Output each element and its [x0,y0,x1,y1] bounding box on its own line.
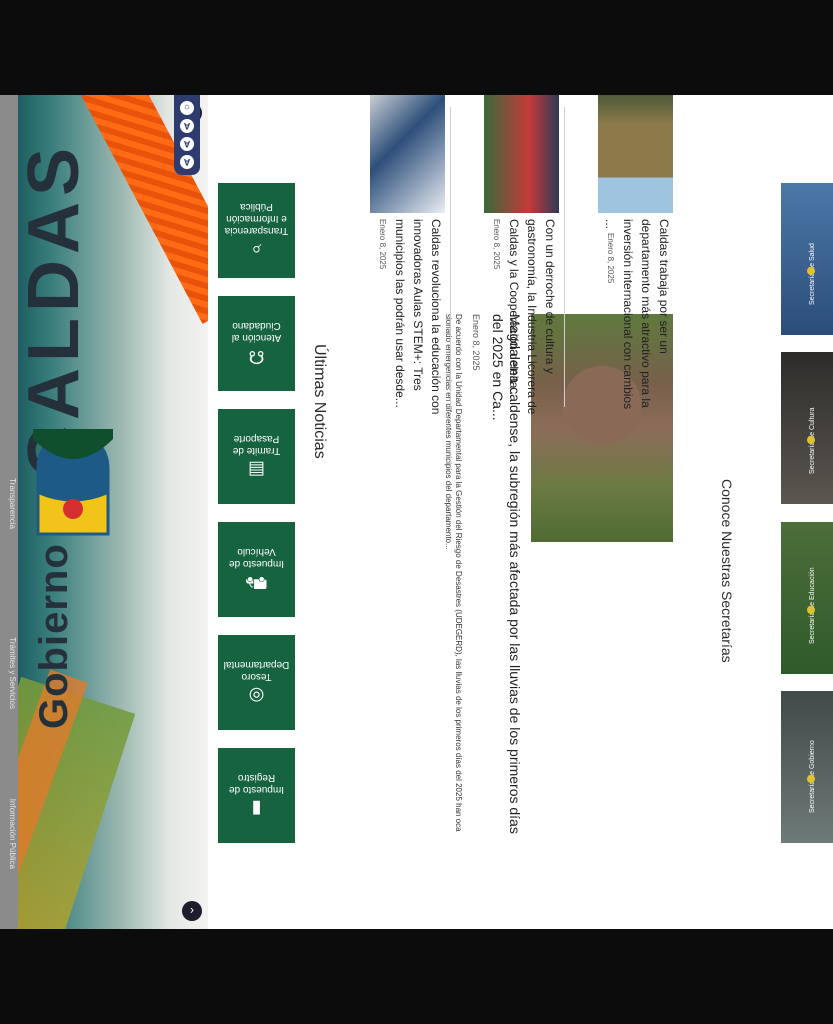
secretarias-list: Secretaría de Gobierno Secretaría de Edu… [781,183,833,843]
badge-icon [807,267,815,276]
secretaria-name: Secretaría de Educación [809,567,816,644]
font-decrease-button[interactable]: A [180,119,194,133]
tile-label: Tramite de Pasaporte [232,433,281,457]
news-list: Caldas revoluciona la educación con inno… [333,95,673,419]
utility-link-transparencia[interactable]: Transparencia [1,478,17,529]
tile-impuesto-vehiculo[interactable]: ⛟ Impuesto de Vehículo [218,522,295,617]
news-item-image[interactable] [598,95,673,213]
tile-label: Impuesto de Registro [228,772,285,796]
news-item-image[interactable] [370,95,445,213]
secretaria-name: Secretaría de Gobierno [809,740,816,813]
person-icon: ☊ [248,347,265,368]
tile-impuesto-registro[interactable]: ▮ Impuesto de Registro [218,748,295,843]
font-increase-button[interactable]: A [180,155,194,169]
utility-bar: Información Pública Trámites y Servicios… [0,95,18,929]
contrast-icon[interactable]: ☼ [180,101,194,115]
rotated-screen-frame: Información Pública Trámites y Servicios… [0,95,833,929]
passport-icon: ▤ [248,460,266,481]
tile-tesoro[interactable]: ◎ Tesoro Departamental [218,635,295,730]
news-item-date: Enero 8, 2025 [606,233,615,284]
tile-atencion-ciudadano[interactable]: ☊ Atención al Ciudadano [218,296,295,391]
utility-link-tramites[interactable]: Trámites y Servicios [1,637,17,709]
hero-banner: Gobierno de CALDAS ‹ › A A A ☼ [18,95,208,929]
tile-label: Atención al Ciudadano [231,320,282,344]
utility-link-informacion[interactable]: Información Pública [1,799,17,869]
document-icon: ▮ [251,799,262,820]
tile-label: Impuesto de Vehículo [228,546,285,570]
news-item-title[interactable]: Caldas revoluciona la educación con inno… [393,219,443,414]
secretaria-card[interactable]: Secretaría de Educación [781,521,833,674]
search-icon: ⌕ [251,240,262,261]
news-item[interactable]: Caldas revoluciona la educación con inno… [333,95,445,419]
news-item-date: Enero 8, 2025 [378,219,387,270]
tile-pasaporte[interactable]: ▤ Tramite de Pasaporte [218,409,295,504]
news-item-image[interactable] [484,95,559,213]
secretaria-card[interactable]: Secretaría de Gobierno [781,691,833,843]
chevron-left-icon: ‹ [190,904,194,918]
tile-label: Tesoro Departamental [223,659,290,683]
news-section-title: Últimas Noticias [311,344,328,459]
badge-icon [807,605,815,614]
carousel-prev-button[interactable]: ‹ [182,901,202,921]
caldas-homepage: Información Pública Trámites y Servicios… [0,95,833,929]
news-item[interactable]: Con un derroche de cultura y gastronomía… [447,95,559,419]
accessibility-toolbar: A A A ☼ [174,95,200,175]
secretaria-name: Secretaría de Cultura [809,407,816,475]
font-reset-button[interactable]: A [180,137,194,151]
secretarias-section-title: Conoce Nuestras Secretarías [719,479,735,663]
news-item[interactable]: Caldas trabaja por ser un departamento m… [561,95,673,419]
caldas-shield-logo [33,429,113,536]
secretaria-card[interactable]: Secretaría de Cultura [781,352,833,505]
badge-icon [807,775,815,783]
coin-icon: ◎ [248,686,265,707]
tile-label: Transparencia e Información Pública [224,201,289,237]
news-item-date: Enero 8, 2025 [492,219,501,270]
news-item-title[interactable]: Con un derroche de cultura y gastronomía… [507,219,557,414]
secretaria-name: Secretaría de Salud [809,243,816,306]
secretaria-card[interactable]: Secretaría de Salud [781,183,833,336]
car-icon: ⛟ [245,573,268,594]
tile-transparencia[interactable]: ⌕ Transparencia e Información Pública [218,183,295,278]
hero-title-line2: CALDAS [18,141,94,478]
quick-access-tiles: ▮ Impuesto de Registro ◎ Tesoro Departam… [217,183,295,843]
